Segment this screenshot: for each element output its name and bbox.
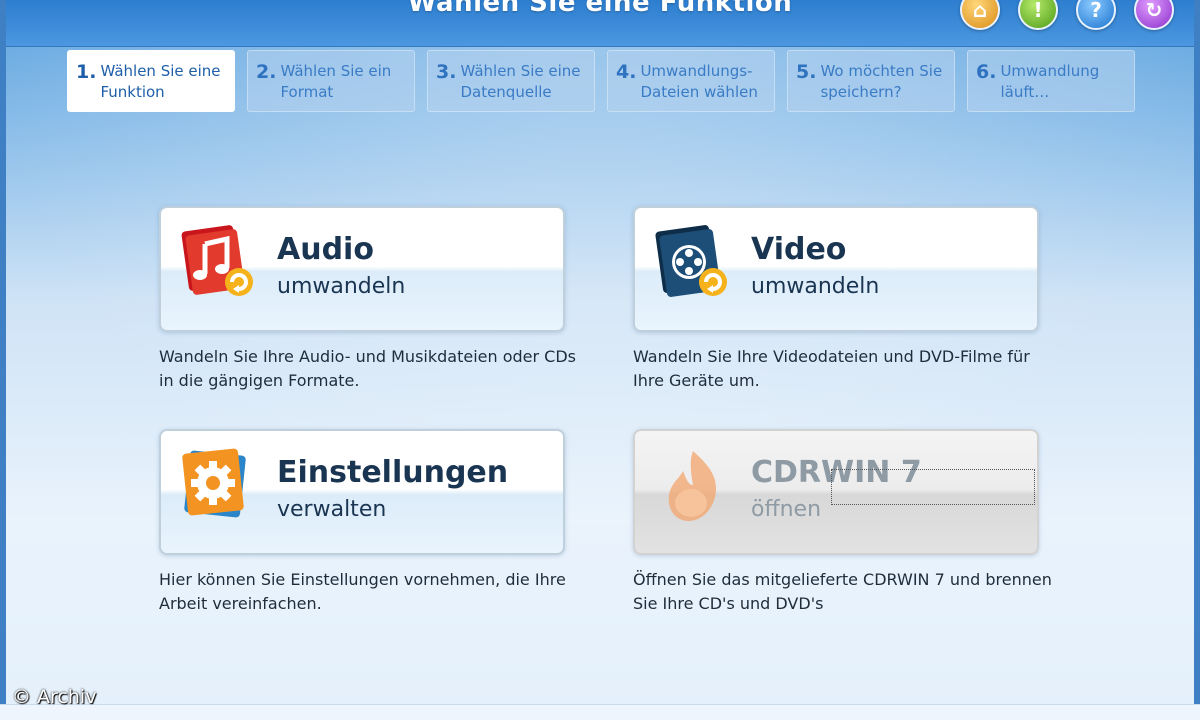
step-label: Wählen Sie ein Format bbox=[280, 62, 392, 101]
audio-icon bbox=[181, 225, 253, 296]
video-description: Wandeln Sie Ihre Videodateien und DVD-Fi… bbox=[633, 347, 1030, 390]
top-icon-bar: ⌂ ! ? ↻ bbox=[960, 0, 1174, 30]
window-border-left bbox=[0, 0, 6, 720]
card-title: Video bbox=[751, 232, 847, 267]
card-title: Audio bbox=[277, 232, 374, 267]
info-icon[interactable]: ! bbox=[1018, 0, 1058, 30]
help-icon[interactable]: ? bbox=[1076, 0, 1116, 30]
settings-icon bbox=[182, 448, 246, 518]
step-number: 3. bbox=[436, 61, 457, 83]
card-subtitle: umwandeln bbox=[751, 274, 880, 299]
app-window: Wählen Sie eine Funktion ⌂ ! ? ↻ 1. Wähl… bbox=[0, 0, 1200, 720]
step-2[interactable]: 2. Wählen Sie ein Format bbox=[247, 50, 415, 112]
video-icon bbox=[655, 225, 727, 297]
card-subtitle: verwalten bbox=[277, 497, 387, 522]
step-label: Umwandlung läuft… bbox=[1000, 62, 1100, 101]
step-5[interactable]: 5. Wo möchten Sie speichern? bbox=[787, 50, 955, 112]
flame-icon bbox=[668, 451, 717, 521]
step-1[interactable]: 1. Wählen Sie eine Funktion bbox=[67, 50, 235, 112]
step-label: Umwandlungs- Dateien wählen bbox=[640, 62, 758, 101]
step-3[interactable]: 3. Wählen Sie eine Datenquelle bbox=[427, 50, 595, 112]
audio-description: Wandeln Sie Ihre Audio- und Musikdateien… bbox=[159, 347, 576, 390]
step-label: Wo möchten Sie speichern? bbox=[820, 62, 943, 101]
step-6[interactable]: 6. Umwandlung läuft… bbox=[967, 50, 1135, 112]
card-title: Einstellungen bbox=[277, 455, 509, 490]
card-subtitle: umwandeln bbox=[277, 274, 406, 299]
settings-manage-button[interactable]: Einstellungen verwalten bbox=[159, 429, 565, 555]
card-subtitle: öffnen bbox=[751, 497, 822, 522]
step-label: Wählen Sie eine Datenquelle bbox=[460, 62, 581, 101]
video-convert-button[interactable]: Video umwandeln bbox=[633, 206, 1039, 332]
window-border-right bbox=[1194, 0, 1200, 720]
home-icon[interactable]: ⌂ bbox=[960, 0, 1000, 30]
title-bar: Wählen Sie eine Funktion ⌂ ! ? ↻ bbox=[0, 0, 1200, 47]
audio-convert-button[interactable]: Audio umwandeln bbox=[159, 206, 565, 332]
cdrwin-description: Öffnen Sie das mitgelieferte CDRWIN 7 un… bbox=[633, 570, 1052, 613]
step-number: 2. bbox=[256, 61, 277, 83]
step-number: 5. bbox=[796, 61, 817, 83]
step-number: 1. bbox=[76, 61, 97, 83]
archive-watermark: © Archiv bbox=[12, 686, 97, 708]
step-navigation: 1. Wählen Sie eine Funktion 2. Wählen Si… bbox=[67, 50, 1135, 112]
bottom-bar bbox=[0, 704, 1200, 720]
cdrwin-open-button[interactable]: CDRWIN 7 öffnen bbox=[633, 429, 1039, 555]
focus-rectangle bbox=[831, 469, 1035, 505]
settings-description: Hier können Sie Einstellungen vornehmen,… bbox=[159, 570, 566, 613]
step-4[interactable]: 4. Umwandlungs- Dateien wählen bbox=[607, 50, 775, 112]
step-number: 4. bbox=[616, 61, 637, 83]
step-label: Wählen Sie eine Funktion bbox=[100, 62, 221, 101]
update-icon[interactable]: ↻ bbox=[1134, 0, 1174, 30]
step-number: 6. bbox=[976, 61, 997, 83]
